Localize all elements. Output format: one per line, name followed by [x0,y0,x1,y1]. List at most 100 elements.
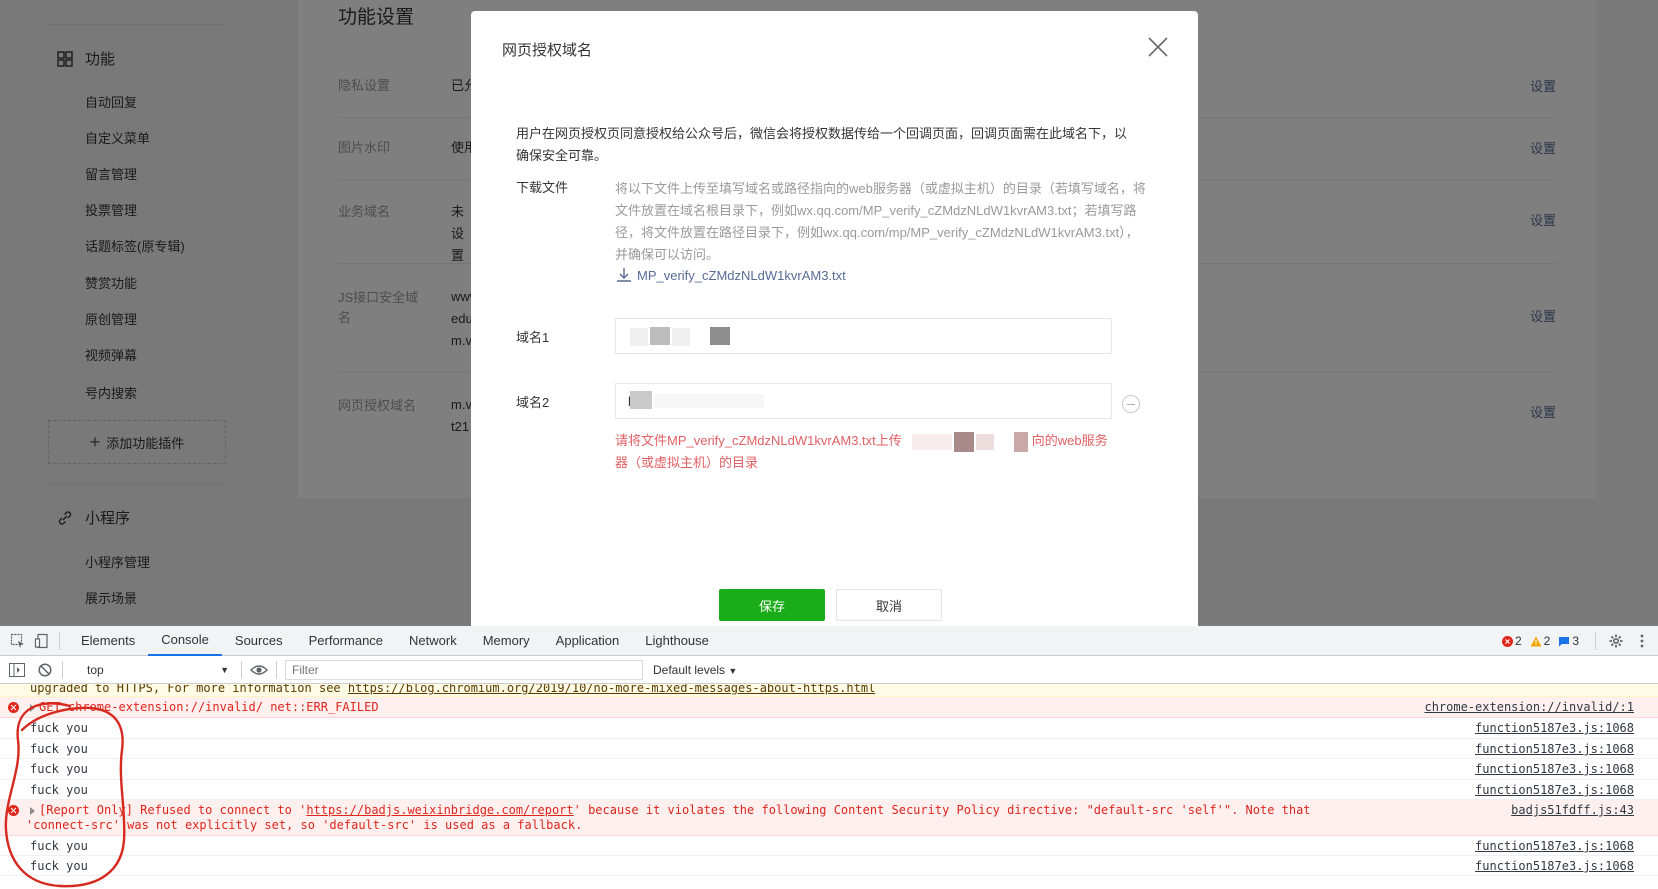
source-link[interactable]: function5187e3.js:1068 [1475,783,1634,797]
console-error: [Report Only] Refused to connect to 'htt… [0,800,1658,836]
eye-icon[interactable] [250,661,268,679]
remove-domain-button[interactable] [1122,395,1140,413]
tab-performance[interactable]: Performance [296,626,396,656]
console-log: fuck you function5187e3.js:1068 [0,780,1658,800]
redacted-block [654,394,764,408]
download-description: 将以下文件上传至填写域名或路径指向的web服务器（或虚拟主机）的目录（若填写域名… [615,181,1146,262]
console-filter-input[interactable] [285,659,643,680]
source-link[interactable]: badjs51fdff.js:43 [1511,803,1634,817]
devtools-panel: Elements Console Sources Performance Net… [0,626,1658,889]
save-button[interactable]: 保存 [719,589,825,621]
domain1-input[interactable] [615,318,1112,354]
device-toolbar-icon[interactable] [33,632,51,650]
sidebar-toggle-icon[interactable] [8,661,26,679]
source-link[interactable]: function5187e3.js:1068 [1475,742,1634,756]
domain2-error: 请将文件MP_verify_cZMdzNLdW1kvrAM3.txt上传 向的we… [615,430,1112,474]
tab-sources[interactable]: Sources [222,626,296,656]
message-text[interactable]: GET chrome-extension://invalid/ net::ERR… [30,700,379,715]
expand-triangle-icon[interactable] [30,703,35,712]
domain2-label: 域名2 [516,395,550,410]
log-levels-label: Default levels [653,662,726,677]
minus-icon [1127,403,1135,405]
console-log: fuck you function5187e3.js:1068 [0,856,1658,876]
message-text: fuck you [30,742,88,756]
warning-icon [1530,636,1542,646]
log-levels-dropdown[interactable]: Default levels ▼ [653,663,737,677]
dropdown-arrow-icon: ▼ [220,664,229,675]
warning-count: 2 [1543,634,1551,648]
toolbar-divider [62,660,63,679]
redacted-block [710,327,730,345]
message-link[interactable]: https://badjs.weixinbridge.com/report [306,803,573,817]
redacted-block [672,328,690,346]
expand-triangle-icon[interactable] [30,806,35,815]
clear-console-icon[interactable] [36,661,54,679]
console-log: fuck you function5187e3.js:1068 [0,718,1658,739]
console-filter-bar: top ▼ Default levels ▼ [0,656,1658,684]
console-error: GET chrome-extension://invalid/ net::ERR… [0,697,1658,718]
toolbar-status: 2 2 3 [1501,626,1648,656]
download-label: 下载文件 [516,180,569,195]
toolbar-divider [241,660,242,679]
cancel-button[interactable]: 取消 [836,589,942,621]
download-file-name: MP_verify_cZMdzNLdW1kvrAM3.txt [637,267,846,283]
devtools-toolbar: Elements Console Sources Performance Net… [0,626,1658,656]
dialog-title: 网页授权域名 [502,42,593,59]
console-log: fuck you function5187e3.js:1068 [0,759,1658,780]
domain2-input[interactable]: l [615,383,1112,419]
redacted-block [902,431,1032,452]
error-count-badge[interactable]: 2 [1501,634,1522,648]
tab-console[interactable]: Console [148,626,222,656]
message-text-line2: 'connect-src' was not explicitly set, so… [26,818,583,832]
message-icon [1559,636,1570,646]
console-message: upgraded to HTTPS, For more information … [0,684,1658,697]
dialog-intro: 用户在网页授权页同意授权给公众号后，微信会将授权数据传给一个回调页面，回调页面需… [516,126,1128,163]
dropdown-arrow-icon: ▼ [728,665,738,676]
message-text: fuck you [30,721,88,735]
source-link[interactable]: chrome-extension://invalid/:1 [1424,700,1634,714]
error-count: 2 [1514,634,1522,648]
domain1-label: 域名1 [516,330,550,345]
info-count-badge[interactable]: 3 [1558,634,1579,648]
console-log: fuck you function5187e3.js:1068 [0,739,1658,759]
error-icon [8,805,19,816]
redacted-block [650,327,670,345]
message-text: fuck you [30,859,88,873]
tab-application[interactable]: Application [543,626,633,656]
auth-domain-dialog: 网页授权域名 用户在网页授权页同意授权给公众号后，微信会将授权数据传给一个回调页… [471,11,1198,626]
message-text: upgraded to HTTPS, For more information … [30,684,875,696]
context-select[interactable]: top ▼ [83,659,233,681]
toolbar-divider [59,631,60,650]
download-icon [617,268,631,282]
error-text-start: 请将文件MP_verify_cZMdzNLdW1kvrAM3.txt上传 [615,433,902,448]
redacted-block [630,391,652,409]
download-file-link[interactable]: MP_verify_cZMdzNLdW1kvrAM3.txt [615,266,846,284]
info-count: 3 [1572,634,1579,648]
toolbar-divider [276,660,277,679]
source-link[interactable]: function5187e3.js:1068 [1475,721,1634,735]
console-output: upgraded to HTTPS, For more information … [0,684,1658,889]
message-text: fuck you [30,839,88,853]
tab-memory[interactable]: Memory [470,626,543,656]
message-link[interactable]: https://blog.chromium.org/2019/10/no-mor… [348,684,875,695]
tab-lighthouse[interactable]: Lighthouse [632,626,722,656]
gear-icon[interactable] [1608,633,1624,649]
message-text[interactable]: [Report Only] Refused to connect to 'htt… [30,803,1311,818]
source-link[interactable]: function5187e3.js:1068 [1475,762,1634,776]
source-link[interactable]: function5187e3.js:1068 [1475,839,1634,853]
message-text: fuck you [30,762,88,776]
tab-network[interactable]: Network [396,626,470,656]
warning-count-badge[interactable]: 2 [1530,634,1551,648]
console-log: fuck you function5187e3.js:1068 [0,836,1658,856]
error-icon [1501,635,1513,647]
context-value: top [87,662,104,677]
more-options-icon[interactable] [1636,633,1648,649]
inspect-element-icon[interactable] [9,632,27,650]
error-icon [8,702,19,713]
message-text: fuck you [30,783,88,797]
redacted-block [630,328,648,346]
tab-elements[interactable]: Elements [68,626,148,656]
toolbar-divider [1595,632,1596,650]
close-icon[interactable] [1146,35,1170,59]
source-link[interactable]: function5187e3.js:1068 [1475,859,1634,873]
